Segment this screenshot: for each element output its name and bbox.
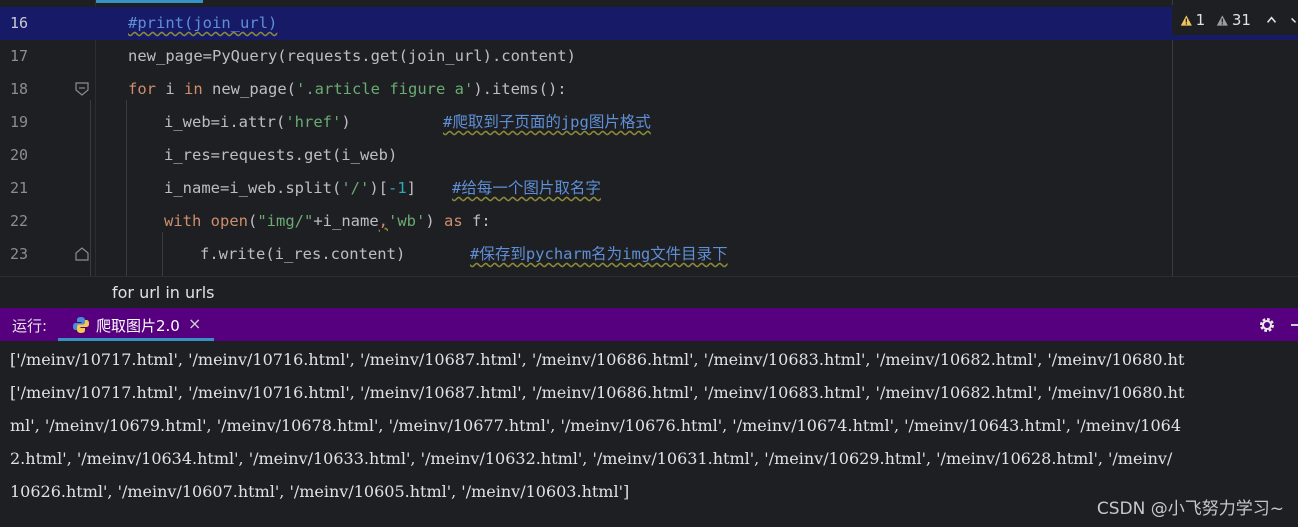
code-text: i_name=i_web.split('/')[-1] [164, 179, 416, 197]
line-number: 22 [10, 212, 29, 230]
line-number: 20 [10, 146, 29, 164]
weak-warning-count: 31 [1231, 11, 1251, 29]
chevron-down-icon[interactable] [1290, 13, 1298, 27]
code-text: new_page=PyQuery(requests.get(join_url).… [128, 47, 576, 65]
code-line-23[interactable]: 23 f.write(i_res.content) #保存到pycharm名为i… [0, 238, 1298, 271]
code-text: f.write(i_res.content) [200, 245, 406, 263]
run-tab-label: 爬取图片2.0 [96, 317, 180, 335]
run-console-output[interactable]: ['/meinv/10717.html', '/meinv/10716.html… [0, 341, 1298, 527]
fold-end-icon[interactable] [75, 247, 89, 261]
console-line: ['/meinv/10717.html', '/meinv/10716.html… [10, 350, 1185, 369]
code-comment: #保存到pycharm名为img文件目录下 [470, 245, 728, 263]
code-text: for i in new_page('.article figure a').i… [128, 80, 567, 98]
code-line-21[interactable]: 21 i_name=i_web.split('/')[-1] #给每一个图片取名… [0, 172, 1298, 205]
console-line: ['/meinv/10717.html', '/meinv/10716.html… [10, 383, 1185, 402]
weak-warning-icon [1217, 14, 1229, 26]
line-number: 17 [10, 47, 29, 65]
line-number: 19 [10, 113, 29, 131]
fold-collapse-icon[interactable] [75, 82, 89, 96]
code-text: #print(join_url) [128, 14, 278, 32]
line-number: 18 [10, 80, 29, 98]
console-line: ml', '/meinv/10679.html', '/meinv/10678.… [10, 416, 1182, 435]
close-icon[interactable]: × [188, 314, 201, 333]
code-line-19[interactable]: 19 i_web=i.attr('href') #爬取到子页面的jpg图片格式 [0, 106, 1298, 139]
console-line: 2.html', '/meinv/10634.html', '/meinv/10… [10, 449, 1173, 468]
code-line-17[interactable]: 17 new_page=PyQuery(requests.get(join_ur… [0, 40, 1298, 73]
minimize-icon[interactable] [1291, 324, 1298, 326]
run-tab[interactable]: 爬取图片2.0 × [58, 308, 214, 341]
breadcrumb[interactable]: for url in urls [112, 283, 215, 302]
code-line-22[interactable]: 22 with open("img/"+i_name,'wb') as f: [0, 205, 1298, 238]
warning-icon [1180, 14, 1192, 26]
watermark: CSDN @小飞努力学习~ [1096, 499, 1284, 519]
inspections-widget[interactable]: 1 31 [1172, 5, 1298, 35]
line-number: 23 [10, 245, 29, 263]
code-comment: #给每一个图片取名字 [452, 179, 601, 197]
console-line: 10626.html', '/meinv/10607.html', '/mein… [10, 482, 630, 501]
run-tool-window-header: 运行: 爬取图片2.0 × [0, 308, 1298, 341]
chevron-up-icon[interactable] [1266, 13, 1277, 27]
gear-icon[interactable] [1258, 316, 1276, 334]
code-editor[interactable]: 16 #print(join_url) 17 new_page=PyQuery(… [0, 0, 1298, 276]
code-comment: #爬取到子页面的jpg图片格式 [443, 113, 651, 131]
run-label: 运行: [12, 317, 48, 335]
code-line-16[interactable]: 16 #print(join_url) [0, 7, 1298, 40]
line-number: 16 [10, 14, 29, 32]
code-text: i_web=i.attr('href') [164, 113, 351, 131]
code-text: with open("img/"+i_name,'wb') as f: [164, 212, 491, 230]
warning-count: 1 [1195, 11, 1206, 29]
line-number: 21 [10, 179, 29, 197]
code-text: i_res=requests.get(i_web) [164, 146, 398, 164]
python-icon [73, 317, 89, 333]
code-line-20[interactable]: 20 i_res=requests.get(i_web) [0, 139, 1298, 172]
code-line-18[interactable]: 18 for i in new_page('.article figure a'… [0, 73, 1298, 106]
breadcrumb-bar: for url in urls [0, 276, 1298, 309]
